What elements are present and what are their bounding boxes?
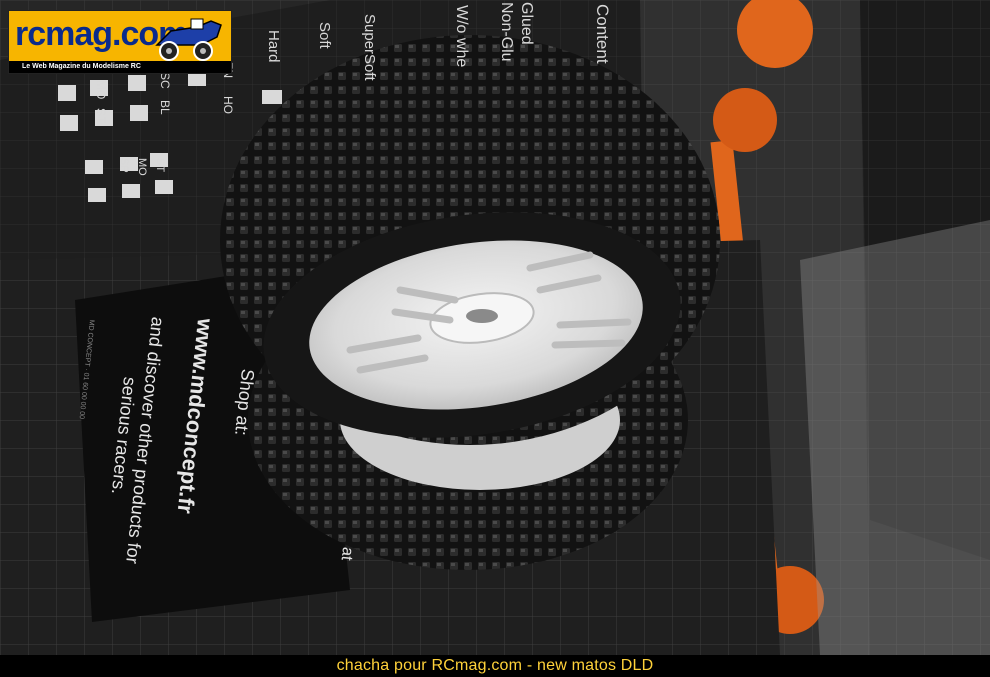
- box-code-bl: BL: [158, 100, 172, 115]
- box-code-st-2: ST: [154, 158, 166, 173]
- box-label-wo-wheel: W/o whe: [453, 5, 470, 68]
- box-label-non-glued: Non-Glu: [498, 2, 515, 62]
- box-code-sc: SC: [158, 72, 172, 89]
- box-code-ho: HO: [221, 96, 235, 114]
- photo-frame: Content Glued Non-Glu W/o whe SuperSoft …: [0, 0, 990, 677]
- card-fragment: at: [337, 546, 356, 562]
- box-label-hard: Hard: [265, 30, 282, 63]
- box-label-content: Content: [593, 4, 612, 64]
- box-label-glued: Glued: [518, 2, 535, 45]
- box-code-sp: SP: [118, 158, 130, 173]
- box-code-mo-2: MO: [136, 158, 148, 176]
- product-photo: Content Glued Non-Glu W/o whe SuperSoft …: [0, 0, 990, 655]
- caption-bar: chacha pour RCmag.com - new matos DLD: [0, 655, 990, 677]
- photo-caption: chacha pour RCmag.com - new matos DLD: [336, 657, 654, 674]
- car-icon: [155, 18, 222, 61]
- box-label-supersoft: SuperSoft: [361, 14, 378, 81]
- box-logo-2: [713, 88, 777, 152]
- site-logo[interactable]: rcmag.com Le Web Magazine du Modelisme R…: [8, 10, 232, 74]
- box-code-mo: MO: [94, 80, 108, 100]
- box-code-st: ST: [94, 108, 108, 124]
- logo-tagline: Le Web Magazine du Modelisme RC: [19, 63, 144, 70]
- box-label-soft: Soft: [316, 22, 333, 49]
